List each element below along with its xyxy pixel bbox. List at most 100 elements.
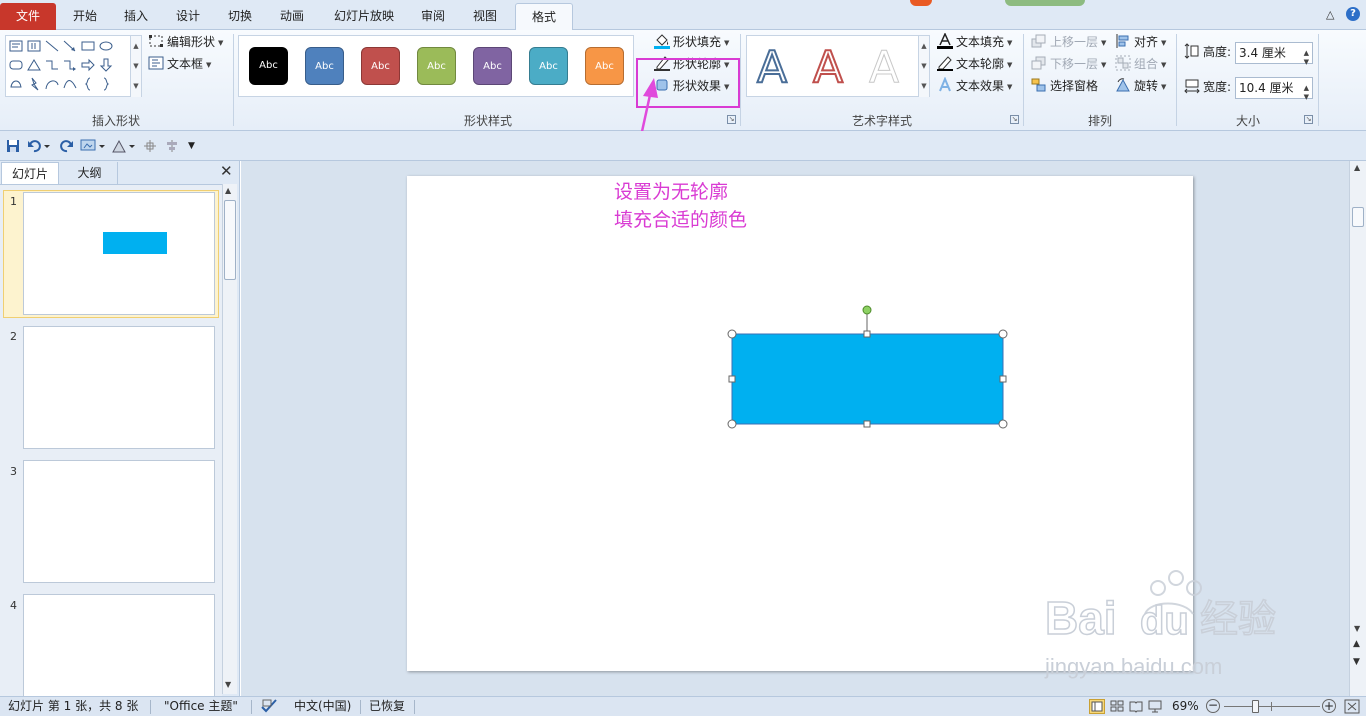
left-brace-icon[interactable] [81, 77, 95, 91]
gallery-up-icon[interactable]: ▲ [918, 36, 929, 56]
resize-handle[interactable] [728, 375, 736, 383]
rectangle-shape-icon[interactable] [81, 39, 95, 53]
shape-fill-button[interactable]: 形状填充 ▼ [654, 32, 729, 52]
spin-down-icon[interactable]: ▼ [1304, 87, 1309, 107]
language-status[interactable]: 中文(中国) [294, 697, 351, 716]
normal-view-icon[interactable] [1089, 699, 1105, 714]
height-input[interactable]: 3.4 厘米 ▲ ▼ [1235, 42, 1313, 66]
slide-thumbnail[interactable] [23, 192, 215, 315]
save-icon[interactable] [6, 139, 20, 153]
gallery-more-icon[interactable]: ▼ [918, 76, 929, 97]
align-center-icon[interactable] [165, 139, 179, 153]
resize-handle[interactable] [998, 329, 1008, 339]
undo-icon[interactable] [27, 139, 51, 153]
shape-style-preset[interactable]: Abc [473, 47, 512, 85]
slide-thumbnail[interactable] [23, 460, 215, 583]
arc-shape-icon[interactable] [45, 77, 59, 91]
scroll-thumb[interactable] [1352, 207, 1364, 227]
wordart-style-gallery[interactable]: A A A ▲ ▼ ▼ [746, 35, 930, 97]
edit-shape-button[interactable]: 编辑形状 ▼ [148, 32, 223, 52]
resize-handle[interactable] [863, 330, 871, 338]
shape-gallery[interactable]: ▲ ▼ ▼ [5, 35, 142, 97]
align-button[interactable]: 对齐 ▼ [1115, 32, 1166, 52]
next-slide-icon[interactable]: ▼ [1353, 657, 1360, 667]
slideshow-icon[interactable] [80, 139, 106, 153]
rectangle-shape[interactable] [731, 333, 1004, 425]
zoom-slider-thumb[interactable] [1252, 700, 1259, 713]
slideshow-view-icon[interactable] [1148, 699, 1162, 714]
theme-status[interactable]: "Office 主题" [164, 697, 238, 716]
slide-thumbnail[interactable] [23, 594, 215, 696]
tab-outline[interactable]: 大纲 [62, 162, 118, 184]
tab-transitions[interactable]: 切换 [216, 3, 264, 30]
redo-icon[interactable] [60, 139, 74, 153]
vertical-text-box-icon[interactable] [27, 39, 41, 53]
dialog-launcher-icon[interactable]: ↘ [1010, 115, 1019, 124]
selection-pane-button[interactable]: 选择窗格 [1031, 76, 1098, 96]
text-outline-button[interactable]: 文本轮廓 ▼ [937, 54, 1012, 74]
wordart-sample[interactable]: A [756, 41, 788, 94]
scroll-up-icon[interactable]: ▲ [1354, 163, 1360, 172]
lightning-shape-icon[interactable] [27, 77, 41, 91]
previous-slide-icon[interactable]: ▲ [1353, 639, 1360, 649]
text-fill-button[interactable]: 文本填充 ▼ [937, 32, 1012, 52]
shape-style-preset[interactable]: Abc [305, 47, 344, 85]
resize-handle[interactable] [727, 419, 737, 429]
tab-slides[interactable]: 幻灯片 [1, 162, 59, 184]
elbow-connector-icon[interactable] [45, 58, 59, 72]
rounded-rectangle-icon[interactable] [9, 58, 23, 72]
shape-style-preset[interactable]: Abc [417, 47, 456, 85]
zoom-level[interactable]: 69% [1172, 697, 1199, 716]
gallery-down-icon[interactable]: ▼ [918, 56, 929, 76]
width-input[interactable]: 10.4 厘米 ▲ ▼ [1235, 77, 1313, 101]
shape-style-gallery[interactable]: Abc Abc Abc Abc Abc Abc Abc [238, 35, 634, 97]
tab-animations[interactable]: 动画 [268, 3, 316, 30]
shape-tool-icon[interactable] [112, 139, 136, 153]
tab-slideshow[interactable]: 幻灯片放映 [322, 3, 406, 30]
fit-to-window-icon[interactable] [1344, 699, 1360, 714]
tab-home[interactable]: 开始 [60, 3, 110, 30]
tab-insert[interactable]: 插入 [112, 3, 160, 30]
scroll-down-icon[interactable]: ▼ [225, 680, 231, 689]
text-effects-button[interactable]: 文本效果 ▼ [937, 76, 1012, 96]
resize-handle[interactable] [727, 329, 737, 339]
vertical-scrollbar[interactable]: ▲ ▼ ▲ ▼ [1349, 161, 1366, 696]
wordart-sample[interactable]: A [868, 42, 899, 94]
spin-down-icon[interactable]: ▼ [1304, 52, 1309, 72]
tab-format[interactable]: 格式 [515, 3, 573, 31]
slide-sorter-icon[interactable] [1110, 699, 1124, 714]
flowchart-shape-icon[interactable] [9, 77, 23, 91]
group-button[interactable]: 组合 ▼ [1115, 54, 1166, 74]
help-icon[interactable]: ? [1346, 7, 1360, 21]
tab-view[interactable]: 视图 [462, 3, 508, 30]
rotation-handle[interactable] [862, 305, 872, 315]
curve-shape-icon[interactable] [63, 77, 77, 91]
gallery-down-icon[interactable]: ▼ [130, 56, 141, 76]
resize-handle[interactable] [863, 420, 871, 428]
chevron-up-icon[interactable]: △ [1326, 8, 1334, 21]
distribute-icon[interactable] [143, 139, 157, 153]
reading-view-icon[interactable] [1129, 699, 1143, 714]
tab-review[interactable]: 审阅 [410, 3, 456, 30]
tab-file[interactable]: 文件 [0, 3, 56, 30]
scroll-down-icon[interactable]: ▼ [1354, 624, 1360, 633]
close-icon[interactable]: ✕ [220, 162, 233, 180]
slide-canvas[interactable] [407, 176, 1193, 671]
resize-handle[interactable] [998, 419, 1008, 429]
dialog-launcher-icon[interactable]: ↘ [1304, 115, 1313, 124]
bring-forward-button[interactable]: 上移一层 ▼ [1031, 32, 1106, 52]
send-backward-button[interactable]: 下移一层 ▼ [1031, 54, 1106, 74]
line-shape-icon[interactable] [45, 39, 59, 53]
wordart-sample[interactable]: A [812, 41, 844, 94]
text-box-shape-icon[interactable] [9, 39, 23, 53]
dialog-launcher-icon[interactable]: ↘ [727, 115, 736, 124]
shape-style-preset[interactable]: Abc [529, 47, 568, 85]
resize-handle[interactable] [999, 375, 1007, 383]
down-arrow-shape-icon[interactable] [99, 58, 113, 72]
oval-shape-icon[interactable] [99, 39, 113, 53]
scroll-thumb[interactable] [224, 200, 236, 280]
slide-thumbnail[interactable] [23, 326, 215, 449]
customize-qat-icon[interactable]: ▼ [188, 139, 202, 153]
rotate-button[interactable]: 旋转 ▼ [1115, 76, 1166, 96]
zoom-slider-track[interactable] [1224, 706, 1320, 707]
